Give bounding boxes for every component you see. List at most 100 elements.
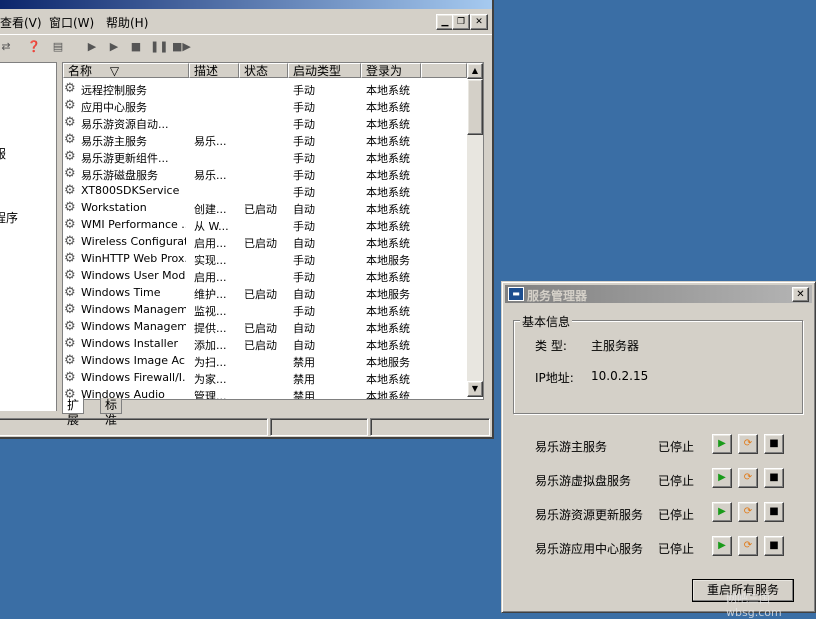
stop-icon[interactable]: ■ [764, 536, 784, 556]
cell-startup: 手动 [293, 305, 315, 318]
properties-icon[interactable]: ▤ [50, 39, 66, 55]
start-icon[interactable]: ▶ [712, 536, 732, 556]
tab-standard[interactable]: 标准 [100, 398, 123, 427]
app-icon: ▬ [508, 287, 524, 301]
table-row[interactable]: ⚙ Windows Time 维护... 已启动 自动 本地服务 [63, 284, 467, 301]
stop-icon[interactable]: ■ [764, 502, 784, 522]
tree-item[interactable]: 程序 [0, 209, 18, 226]
vertical-scrollbar[interactable]: ▲ ▼ [467, 63, 483, 397]
close-button[interactable]: ✕ [792, 287, 809, 302]
export-list-icon[interactable]: ⇄ [0, 39, 14, 55]
table-row[interactable]: ⚙ 易乐游主服务 易乐... 手动 本地系统 [63, 131, 467, 148]
start-service-alt-icon[interactable]: ▶ [106, 39, 122, 55]
cell-name: Windows User Mod... [81, 269, 186, 282]
restart-icon[interactable]: ⟳ [738, 434, 758, 454]
cell-logon: 本地系统 [366, 135, 410, 148]
cell-logon: 本地系统 [366, 186, 410, 199]
restart-icon[interactable]: ⟳ [738, 468, 758, 488]
table-row[interactable]: ⚙ Windows Image Ac... 为扫... 禁用 本地服务 [63, 352, 467, 369]
table-row[interactable]: ⚙ Wireless Configurat... 启用... 已启动 自动 本地系统 [63, 233, 467, 250]
tree-item[interactable]: 服 [0, 145, 6, 162]
restart-icon[interactable]: ⟳ [738, 502, 758, 522]
cell-logon: 本地服务 [366, 254, 410, 267]
table-row[interactable]: ⚙ Windows Firewall/I... 为家... 禁用 本地系统 [63, 369, 467, 386]
table-row[interactable]: ⚙ Windows Installer 添加... 已启动 自动 本地系统 [63, 335, 467, 352]
service-gear-icon: ⚙ [64, 132, 76, 147]
cell-logon: 本地系统 [366, 152, 410, 165]
mdi-restore-button[interactable]: ❐ [452, 14, 470, 30]
cell-name: Windows Managem... [81, 320, 186, 333]
type-value: 主服务器 [591, 339, 640, 353]
service-gear-icon: ⚙ [64, 251, 76, 266]
menu-window[interactable]: 窗口(W) [49, 14, 94, 31]
cell-logon: 本地系统 [366, 373, 410, 386]
start-service-icon[interactable]: ▶ [84, 39, 100, 55]
dialog-titlebar[interactable]: ▬ 服务管理器 ✕ [505, 285, 812, 303]
service-gear-icon: ⚙ [64, 234, 76, 249]
cell-startup: 自动 [293, 288, 315, 301]
menu-view[interactable]: 查看(V) [0, 14, 42, 31]
cell-startup: 自动 [293, 237, 315, 250]
tab-extended[interactable]: 扩展 [62, 398, 85, 427]
table-row[interactable]: ⚙ Windows Managem... 监视... 手动 本地系统 [63, 301, 467, 318]
service-gear-icon: ⚙ [64, 149, 76, 164]
cell-name: 远程控制服务 [81, 84, 147, 97]
cell-startup: 禁用 [293, 356, 315, 369]
cell-startup: 禁用 [293, 373, 315, 386]
restart-service-icon[interactable]: ■▶ [172, 39, 191, 55]
column-header-name[interactable]: 名称 ▽ [63, 63, 189, 78]
table-row[interactable]: ⚙ XT800SDKService 手动 本地系统 [63, 182, 467, 199]
table-row[interactable]: ⚙ Windows Managem... 提供... 已启动 自动 本地系统 [63, 318, 467, 335]
table-row[interactable]: ⚙ 应用中心服务 手动 本地系统 [63, 97, 467, 114]
ip-label: IP地址: [535, 371, 574, 385]
cell-status: 已启动 [244, 237, 277, 250]
scroll-down-icon[interactable]: ▼ [467, 381, 483, 397]
start-icon[interactable]: ▶ [712, 468, 732, 488]
service-name: 易乐游资源更新服务 [535, 508, 644, 522]
services-titlebar[interactable] [0, 0, 492, 9]
table-row[interactable]: ⚙ WinHTTP Web Prox... 实现... 手动 本地服务 [63, 250, 467, 267]
help-icon[interactable]: ❓ [26, 39, 42, 55]
cell-startup: 手动 [293, 84, 315, 97]
table-row[interactable]: ⚙ 易乐游资源自动... 手动 本地系统 [63, 114, 467, 131]
cell-logon: 本地系统 [366, 271, 410, 284]
column-header-empty [421, 63, 467, 78]
cell-name: Windows Audio [81, 388, 165, 400]
cell-name: WinHTTP Web Prox... [81, 252, 186, 265]
stop-icon[interactable]: ■ [764, 468, 784, 488]
stop-service-icon[interactable]: ■ [128, 39, 144, 55]
table-row[interactable]: ⚙ 远程控制服务 手动 本地系统 [63, 80, 467, 97]
services-list: 名称 ▽ 描述 状态 启动类型 登录为 ⚙ 远程控制服务 手动 本地系统 ⚙ 应用中心服务… [62, 62, 484, 400]
table-row[interactable]: ⚙ WMI Performance ... 从 W... 手动 本地系统 [63, 216, 467, 233]
cell-name: Windows Time [81, 286, 161, 299]
cell-status: 已启动 [244, 322, 277, 335]
cell-name: Windows Firewall/I... [81, 371, 186, 384]
scroll-thumb[interactable] [467, 79, 483, 135]
column-header-status[interactable]: 状态 [239, 63, 288, 78]
pause-service-icon[interactable]: ❚❚ [150, 39, 168, 55]
cell-desc: 实现... [194, 254, 227, 267]
start-icon[interactable]: ▶ [712, 434, 732, 454]
restart-icon[interactable]: ⟳ [738, 536, 758, 556]
cell-logon: 本地系统 [366, 101, 410, 114]
service-status: 已停止 [658, 440, 695, 454]
table-row[interactable]: ⚙ Workstation 创建... 已启动 自动 本地系统 [63, 199, 467, 216]
stop-icon[interactable]: ■ [764, 434, 784, 454]
table-row[interactable]: ⚙ Windows User Mod... 启用... 手动 本地系统 [63, 267, 467, 284]
cell-desc: 从 W... [194, 220, 229, 233]
column-header-description[interactable]: 描述 [189, 63, 239, 78]
column-header-logon[interactable]: 登录为 [361, 63, 421, 78]
ip-value: 10.0.2.15 [591, 369, 649, 383]
cell-name: 易乐游主服务 [81, 135, 147, 148]
mdi-close-button[interactable]: ✕ [470, 14, 488, 30]
scroll-up-icon[interactable]: ▲ [467, 63, 483, 79]
menu-help[interactable]: 帮助(H) [106, 14, 148, 31]
status-bar [0, 416, 492, 436]
table-row[interactable]: ⚙ 易乐游磁盘服务 易乐... 手动 本地系统 [63, 165, 467, 182]
cell-name: 易乐游更新组件... [81, 152, 169, 165]
table-row[interactable]: ⚙ 易乐游更新组件... 手动 本地系统 [63, 148, 467, 165]
column-header-startup[interactable]: 启动类型 [288, 63, 361, 78]
start-icon[interactable]: ▶ [712, 502, 732, 522]
table-row[interactable]: ⚙ Windows Audio 管理... 禁用 本地系统 [63, 386, 467, 400]
cell-startup: 自动 [293, 322, 315, 335]
